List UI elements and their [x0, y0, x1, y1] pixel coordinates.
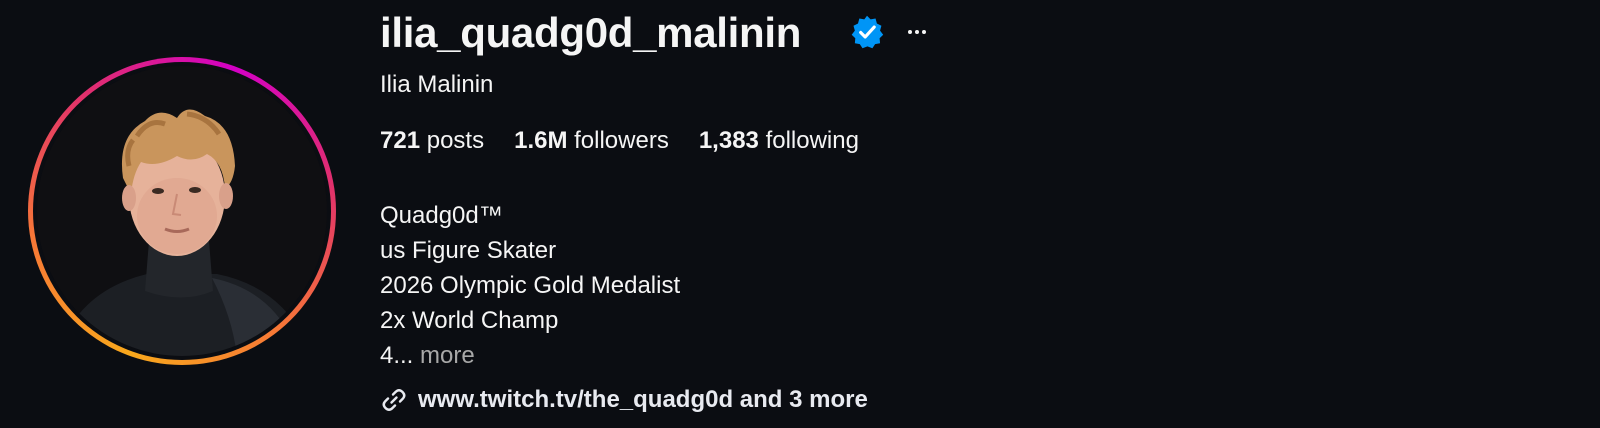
profile-avatar-story-ring[interactable] [28, 57, 336, 365]
link-icon [382, 389, 406, 411]
profile-photo[interactable] [37, 66, 327, 356]
bio-line: 2x World Champ [380, 307, 559, 334]
verified-badge-icon [851, 15, 884, 49]
following-label: following [765, 127, 859, 154]
bio-more-button[interactable]: more [420, 342, 475, 369]
more-dot [922, 30, 926, 34]
bio-line: 2026 Olympic Gold Medalist [380, 272, 681, 299]
followers-count: 1.6M [514, 127, 568, 154]
profile-full-name: Ilia Malinin [380, 71, 494, 98]
external-link-text[interactable]: www.twitch.tv/the_quadg0d and 3 more [418, 384, 868, 416]
posts-count: 721 [380, 127, 421, 154]
profile-username: ilia_quadg0d_malinin [380, 9, 802, 56]
bio-line: Quadg0d™ [380, 202, 503, 229]
posts-label: posts [426, 127, 485, 154]
following-count: 1,383 [698, 127, 759, 154]
profile-photo-illustration [37, 66, 327, 356]
bio-truncated-text: 4... [380, 342, 414, 369]
more-dot [908, 30, 912, 34]
posts-stat: 721 posts [380, 126, 484, 156]
bio-truncated-line: 4... more [380, 338, 680, 373]
following-stat[interactable]: 1,383 following [699, 126, 859, 156]
followers-label: followers [574, 127, 669, 154]
more-dot [915, 30, 919, 34]
avatar-ring-gap [33, 62, 331, 360]
bio-line: us Figure Skater [380, 237, 557, 264]
more-options-icon[interactable] [902, 14, 932, 50]
profile-stats: 721 posts 1.6M followers 1,383 following [380, 126, 859, 156]
followers-stat[interactable]: 1.6M followers [514, 126, 669, 156]
profile-bio: Quadg0d™ us Figure Skater 2026 Olympic G… [380, 198, 680, 373]
profile-external-link[interactable]: www.twitch.tv/the_quadg0d and 3 more [380, 384, 868, 416]
